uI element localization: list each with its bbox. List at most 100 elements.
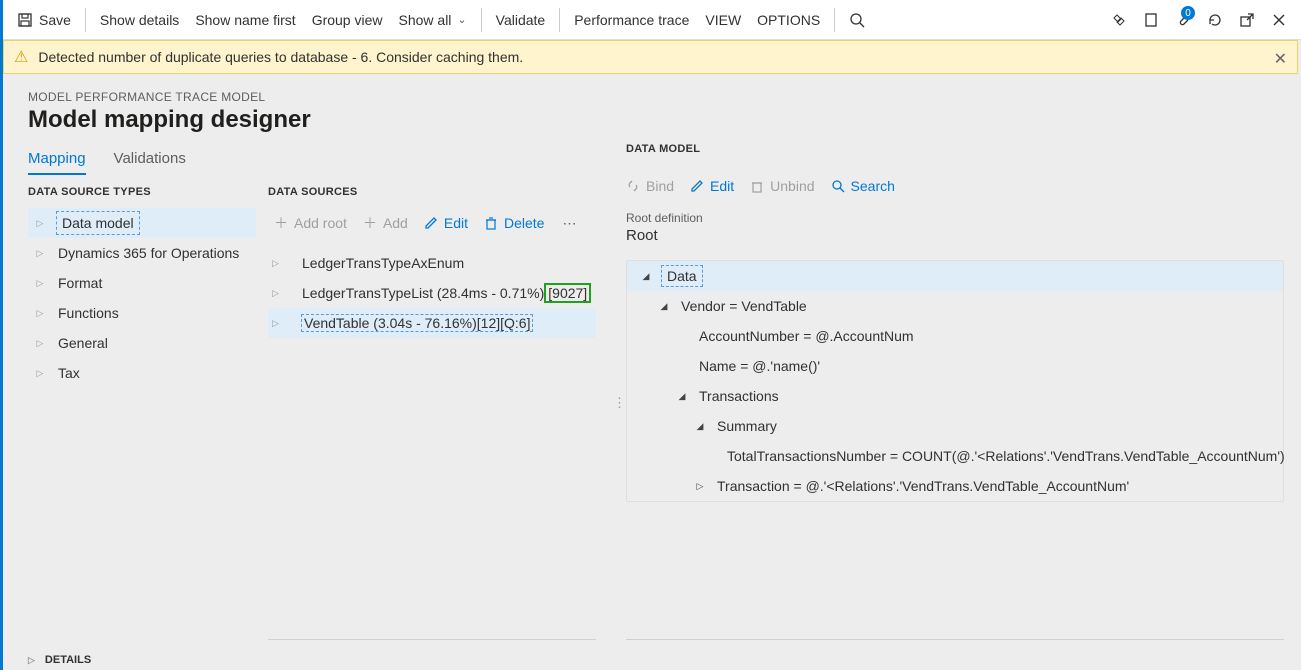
type-label: Tax	[58, 365, 80, 381]
expand-icon[interactable]: ▷	[32, 368, 48, 379]
ds-item-ledger-enum[interactable]: ▷ LedgerTransTypeAxEnum	[268, 248, 596, 278]
collapse-icon[interactable]: ◢	[657, 301, 671, 312]
options-menu[interactable]: OPTIONS	[749, 0, 828, 39]
bind-label: Bind	[646, 178, 674, 194]
expand-icon[interactable]: ▷	[32, 308, 48, 319]
dm-node-totaltransactions[interactable]: TotalTransactionsNumber = COUNT(@.'<Rela…	[627, 441, 1283, 471]
warning-close-button[interactable]: ✕	[1274, 49, 1287, 69]
collapse-icon[interactable]: ◢	[693, 421, 707, 432]
details-section-toggle[interactable]: ▷ DETAILS	[28, 654, 91, 666]
search-button[interactable]	[841, 0, 873, 40]
link-icon-button[interactable]	[1103, 0, 1135, 40]
root-definition-label: Root definition	[626, 211, 1284, 225]
toolbar-right: 0	[1103, 0, 1295, 40]
dm-node-transactions[interactable]: ◢ Transactions	[627, 381, 1283, 411]
validate-label: Validate	[496, 12, 546, 28]
add-label: Add	[383, 215, 408, 231]
ds-label-text: LedgerTransTypeList (28.4ms - 0.71%)	[302, 285, 544, 301]
unbind-button[interactable]: Unbind	[750, 178, 814, 194]
edit-button[interactable]: Edit	[690, 178, 734, 194]
ds-count-highlight: [9027]	[544, 283, 591, 303]
expand-icon[interactable]: ▷	[32, 248, 48, 259]
root-definition-value[interactable]: Root	[626, 227, 1284, 244]
delete-button[interactable]: Delete	[478, 211, 550, 235]
search-button[interactable]: Search	[831, 178, 895, 194]
tab-mapping[interactable]: Mapping	[28, 150, 86, 175]
attachments-button[interactable]: 0	[1167, 0, 1199, 40]
show-details-button[interactable]: Show details	[92, 0, 187, 39]
edit-icon	[690, 179, 704, 193]
separator	[85, 8, 86, 32]
dm-node-vendor[interactable]: ◢ Vendor = VendTable	[627, 291, 1283, 321]
separator	[559, 8, 560, 32]
ds-item-ledger-list[interactable]: ▷ LedgerTransTypeList (28.4ms - 0.71%)[9…	[268, 278, 596, 308]
close-button[interactable]	[1263, 0, 1295, 40]
show-name-first-button[interactable]: Show name first	[187, 0, 303, 39]
overflow-button[interactable]: ⋯	[554, 211, 584, 236]
type-item-functions[interactable]: ▷ Functions	[28, 298, 256, 328]
expand-icon[interactable]: ▷	[32, 278, 48, 289]
ds-item-vendtable[interactable]: ▷ VendTable (3.04s - 76.16%)[12][Q:6]	[268, 308, 596, 338]
column-resize-grip[interactable]: ⋮	[613, 395, 623, 411]
dm-node-transaction[interactable]: ▷ Transaction = @.'<Relations'.'VendTran…	[627, 471, 1283, 501]
expand-icon[interactable]: ▷	[272, 288, 288, 299]
validate-button[interactable]: Validate	[488, 0, 554, 39]
show-all-label: Show all	[399, 12, 452, 28]
warning-text: Detected number of duplicate queries to …	[38, 49, 523, 65]
edit-icon	[424, 216, 438, 230]
data-sources-panel: DATA SOURCES ＋Add root ＋Add Edit Delete …	[268, 186, 596, 338]
add-root-label: Add root	[294, 215, 347, 231]
type-item-data-model[interactable]: ▷ Data model	[28, 208, 256, 238]
data-model-toolbar: Bind Edit Unbind Search	[626, 171, 1284, 201]
type-item-format[interactable]: ▷ Format	[28, 268, 256, 298]
save-button[interactable]: Save	[9, 0, 79, 39]
collapse-icon[interactable]: ◢	[675, 391, 689, 402]
type-item-general[interactable]: ▷ General	[28, 328, 256, 358]
dm-node-data[interactable]: ◢ Data	[627, 261, 1283, 291]
warning-bar: ⚠ Detected number of duplicate queries t…	[3, 40, 1298, 74]
dm-node-label: Name = @.'name()'	[699, 358, 820, 374]
unbind-label: Unbind	[770, 178, 814, 194]
type-item-tax[interactable]: ▷ Tax	[28, 358, 256, 388]
group-view-button[interactable]: Group view	[304, 0, 391, 39]
separator	[481, 8, 482, 32]
edit-label: Edit	[444, 215, 468, 231]
expand-icon[interactable]: ▷	[272, 318, 288, 329]
ds-label: LedgerTransTypeList (28.4ms - 0.71%)[902…	[302, 285, 591, 301]
page-title: Model mapping designer	[28, 106, 311, 134]
tab-validations[interactable]: Validations	[114, 150, 186, 175]
expand-icon: ▷	[28, 655, 35, 666]
view-menu[interactable]: VIEW	[697, 0, 749, 39]
dm-node-label: Transactions	[699, 388, 779, 404]
show-all-dropdown[interactable]: Show all ⌄	[391, 0, 475, 39]
add-button[interactable]: ＋Add	[357, 209, 414, 237]
show-details-label: Show details	[100, 12, 179, 28]
popout-button[interactable]	[1231, 0, 1263, 40]
performance-trace-button[interactable]: Performance trace	[566, 0, 697, 39]
type-label: Functions	[58, 305, 119, 321]
expand-icon[interactable]: ▷	[32, 338, 48, 349]
attachments-badge: 0	[1181, 6, 1195, 20]
office-icon-button[interactable]	[1135, 0, 1167, 40]
data-source-types-tree: ▷ Data model ▷ Dynamics 365 for Operatio…	[28, 208, 256, 388]
collapse-icon[interactable]: ◢	[639, 271, 653, 282]
expand-icon[interactable]: ▷	[693, 481, 707, 492]
title-area: MODEL PERFORMANCE TRACE MODEL Model mapp…	[28, 90, 311, 134]
ds-label: LedgerTransTypeAxEnum	[302, 255, 464, 271]
edit-button[interactable]: Edit	[418, 211, 474, 235]
data-sources-header: DATA SOURCES	[268, 186, 596, 198]
delete-label: Delete	[504, 215, 544, 231]
performance-trace-label: Performance trace	[574, 12, 689, 28]
dm-node-accountnumber[interactable]: AccountNumber = @.AccountNum	[627, 321, 1283, 351]
refresh-button[interactable]	[1199, 0, 1231, 40]
expand-icon[interactable]: ▷	[272, 258, 288, 269]
dm-node-summary[interactable]: ◢ Summary	[627, 411, 1283, 441]
type-label: General	[58, 335, 108, 351]
type-item-d365[interactable]: ▷ Dynamics 365 for Operations	[28, 238, 256, 268]
warning-icon: ⚠	[14, 47, 28, 67]
add-root-button[interactable]: ＋Add root	[268, 209, 353, 237]
bind-button[interactable]: Bind	[626, 178, 674, 194]
search-label: Search	[851, 178, 895, 194]
expand-icon[interactable]: ▷	[32, 218, 48, 229]
dm-node-name[interactable]: Name = @.'name()'	[627, 351, 1283, 381]
